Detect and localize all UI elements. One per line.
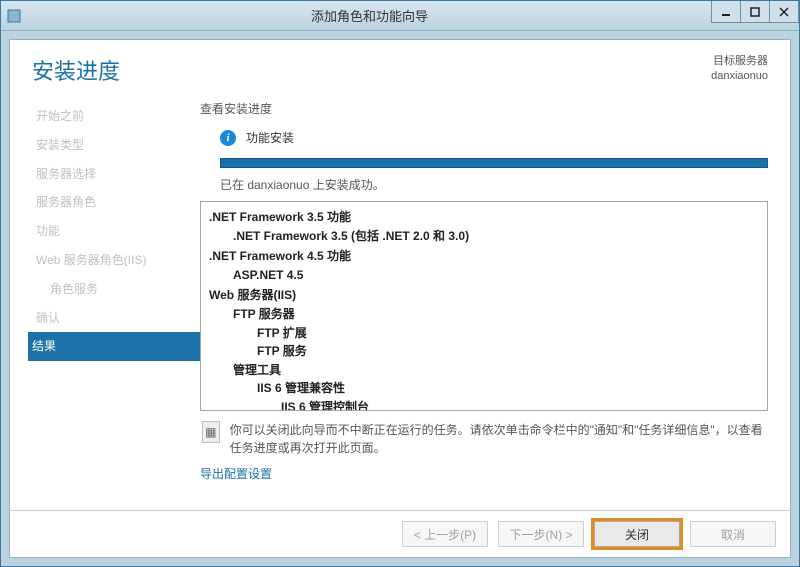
previous-button: < 上一步(P) <box>402 521 488 547</box>
wizard-main: 查看安装进度 i 功能安装 已在 danxiaonuo 上安装成功。 .NET … <box>200 96 768 510</box>
wizard-window: 添加角色和功能向导 安装进度 目标服务器 danxiaonuo 开始之前安装类型… <box>0 0 800 567</box>
feature-tree[interactable]: .NET Framework 3.5 功能.NET Framework 3.5 … <box>200 201 768 411</box>
sidebar-item-6: 角色服务 <box>32 275 200 304</box>
target-server-label: 目标服务器 <box>711 54 768 69</box>
window-title: 添加角色和功能向导 <box>27 6 712 25</box>
feature-item: .NET Framework 4.5 功能 <box>209 247 759 266</box>
app-icon <box>1 9 27 23</box>
info-icon: i <box>220 130 236 146</box>
target-server-block: 目标服务器 danxiaonuo <box>711 54 768 85</box>
close-button[interactable] <box>769 1 799 23</box>
export-config-link[interactable]: 导出配置设置 <box>200 463 768 488</box>
wizard-body: 安装进度 目标服务器 danxiaonuo 开始之前安装类型服务器选择服务器角色… <box>9 39 791 558</box>
button-row: < 上一步(P) 下一步(N) > 关闭 取消 <box>10 510 790 557</box>
section-label: 查看安装进度 <box>200 96 768 127</box>
feature-item: 管理工具 <box>209 361 759 380</box>
titlebar: 添加角色和功能向导 <box>1 1 799 31</box>
feature-item: FTP 服务器 <box>209 305 759 324</box>
cancel-button: 取消 <box>690 521 776 547</box>
note-icon: ▦ <box>202 421 220 443</box>
sidebar-item-2: 服务器选择 <box>32 160 200 189</box>
next-button: 下一步(N) > <box>498 521 584 547</box>
minimize-button[interactable] <box>711 1 741 23</box>
feature-item: ASP.NET 4.5 <box>209 266 759 285</box>
maximize-button[interactable] <box>740 1 770 23</box>
feature-item: IIS 6 管理兼容性 <box>209 379 759 398</box>
close-wizard-button[interactable]: 关闭 <box>594 521 680 547</box>
sidebar-item-3: 服务器角色 <box>32 188 200 217</box>
feature-item: FTP 服务 <box>209 342 759 361</box>
status-text: 功能安装 <box>246 129 294 146</box>
sidebar-item-5: Web 服务器角色(IIS) <box>32 246 200 275</box>
sidebar-item-1: 安装类型 <box>32 131 200 160</box>
feature-item: .NET Framework 3.5 功能 <box>209 208 759 227</box>
sidebar-item-0: 开始之前 <box>32 102 200 131</box>
page-title: 安装进度 <box>32 54 711 86</box>
feature-item: .NET Framework 3.5 (包括 .NET 2.0 和 3.0) <box>209 227 759 246</box>
progress-bar <box>220 158 768 168</box>
sidebar-item-8: 结果 <box>28 332 200 361</box>
target-server-name: danxiaonuo <box>711 69 768 84</box>
feature-item: FTP 扩展 <box>209 324 759 343</box>
footer-note-text: 你可以关闭此向导而不中断正在运行的任务。请依次单击命令栏中的"通知"和"任务详细… <box>230 421 766 457</box>
sidebar-item-7: 确认 <box>32 304 200 333</box>
wizard-sidebar: 开始之前安装类型服务器选择服务器角色功能Web 服务器角色(IIS)角色服务确认… <box>32 96 200 510</box>
sidebar-item-4: 功能 <box>32 217 200 246</box>
feature-item: Web 服务器(IIS) <box>209 286 759 305</box>
success-message: 已在 danxiaonuo 上安装成功。 <box>200 176 768 201</box>
feature-item: IIS 6 管理控制台 <box>209 398 759 411</box>
